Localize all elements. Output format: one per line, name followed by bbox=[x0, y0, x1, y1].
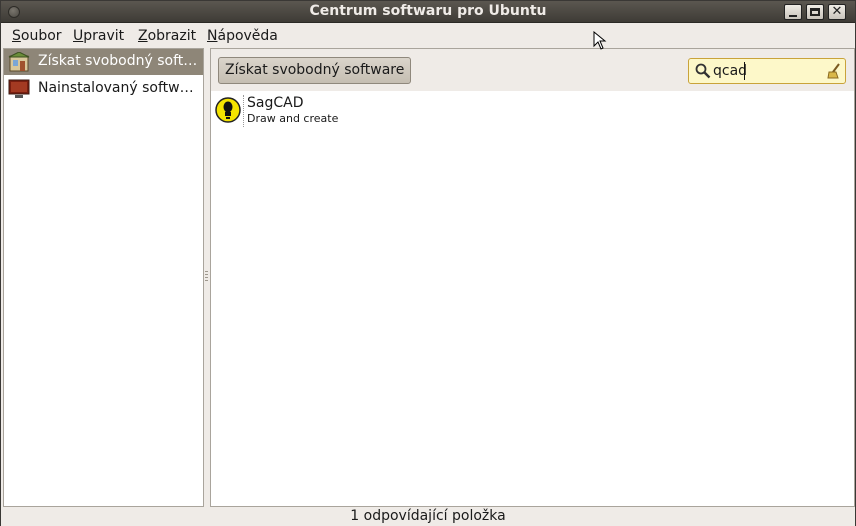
window-title: Centrum softwaru pro Ubuntu bbox=[309, 3, 547, 19]
text-caret bbox=[744, 62, 745, 80]
menu-napoveda-label: ápověda bbox=[217, 28, 278, 44]
sidebar: Získat svobodný softw... Nainstalovaný s… bbox=[3, 48, 204, 507]
app-name: SagCAD bbox=[247, 95, 304, 111]
sidebar-item-label: Nainstalovaný software bbox=[38, 80, 202, 96]
pane-resize-handle[interactable] bbox=[205, 271, 208, 283]
close-button[interactable]: ✕ bbox=[828, 4, 846, 20]
menu-zobrazit-label: obrazit bbox=[147, 28, 197, 44]
search-icon bbox=[695, 63, 711, 79]
maximize-icon bbox=[810, 8, 820, 16]
toolbar: Získat svobodný software qcad bbox=[211, 49, 854, 91]
close-icon: ✕ bbox=[831, 4, 843, 19]
sagcad-icon bbox=[215, 97, 241, 123]
row-separator bbox=[243, 95, 244, 127]
menu-napoveda-mnemonic: N bbox=[207, 28, 218, 44]
clear-search-icon[interactable] bbox=[825, 62, 843, 80]
search-field[interactable]: qcad bbox=[688, 58, 846, 84]
breadcrumb-button[interactable]: Získat svobodný software bbox=[218, 57, 412, 84]
statusbar: 1 odpovídající položka bbox=[1, 507, 855, 526]
sidebar-item-label: Získat svobodný softw... bbox=[38, 53, 202, 69]
titlebar[interactable]: Centrum softwaru pro Ubuntu ✕ bbox=[1, 1, 855, 23]
app-summary: Draw and create bbox=[247, 112, 339, 125]
software-store-icon bbox=[8, 52, 30, 72]
menu-soubor[interactable]: Soubor bbox=[12, 28, 62, 44]
minimize-icon bbox=[789, 15, 797, 17]
menu-upravit[interactable]: Upravit bbox=[73, 28, 124, 44]
menu-zobrazit-mnemonic: Z bbox=[138, 28, 148, 44]
minimize-button[interactable] bbox=[784, 4, 802, 20]
mouse-pointer-icon bbox=[593, 31, 607, 50]
app-window: Centrum softwaru pro Ubuntu ✕ Soubor Upr… bbox=[0, 0, 856, 526]
main-pane: Získat svobodný software qcad SagCAD Dra… bbox=[210, 48, 855, 507]
status-text: 1 odpovídající položka bbox=[350, 508, 506, 524]
list-item[interactable]: SagCAD Draw and create bbox=[211, 92, 854, 130]
menu-upravit-mnemonic: U bbox=[73, 28, 84, 44]
menu-upravit-label: pravit bbox=[83, 28, 125, 44]
menu-zobrazit[interactable]: Zobrazit bbox=[138, 28, 196, 44]
search-input[interactable]: qcad bbox=[713, 63, 747, 79]
maximize-button[interactable] bbox=[806, 4, 824, 20]
menubar: Soubor Upravit Zobrazit Nápověda bbox=[1, 23, 855, 47]
menu-napoveda[interactable]: Nápověda bbox=[207, 28, 278, 44]
menu-soubor-mnemonic: S bbox=[12, 28, 21, 44]
menu-soubor-label: oubor bbox=[20, 28, 62, 44]
sidebar-item-get-software[interactable]: Získat svobodný softw... bbox=[4, 49, 203, 75]
sidebar-item-installed[interactable]: Nainstalovaný software bbox=[4, 76, 203, 102]
installed-monitor-icon bbox=[8, 79, 30, 98]
